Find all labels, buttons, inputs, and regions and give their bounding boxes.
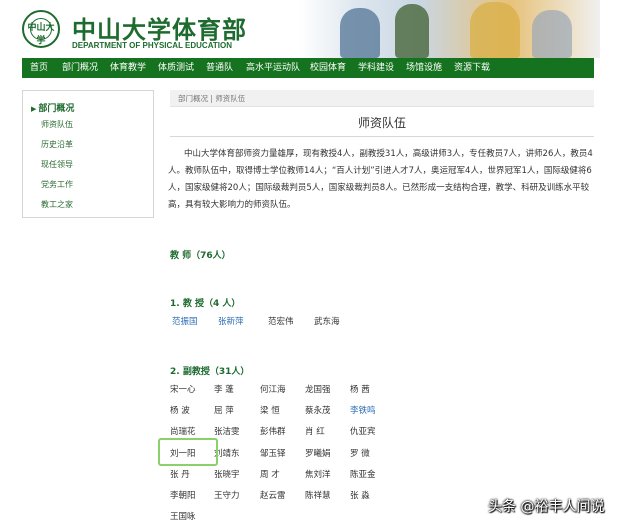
sidebar-heading-label: 部门概况 (38, 104, 75, 114)
associate-professor-name: 王国咏 (170, 512, 196, 522)
nav-campus-sports[interactable]: 校园体育 (310, 58, 346, 78)
associate-professor-name: 李朝阳 (170, 491, 196, 501)
associate-professor-name: 周 才 (260, 470, 280, 480)
sidebar: ▶ 部门概况 师资队伍 历史沿革 现任领导 党务工作 教工之家 (22, 90, 154, 218)
associate-professor-name: 陈祥慧 (305, 491, 331, 501)
nav-teaching[interactable]: 体育教学 (110, 58, 146, 78)
banner-athlete-shape (340, 8, 380, 58)
banner-athlete-shape (532, 10, 572, 58)
associate-professor-name: 彭伟群 (260, 427, 286, 437)
associate-professor-name[interactable]: 李铁鸣 (350, 404, 376, 416)
logo-mark-text: 中山大学 (27, 23, 55, 46)
associate-professor-name: 张晓宇 (214, 470, 240, 480)
banner-athlete-shape (395, 4, 429, 58)
main-nav: 首页 部门概况 体育教学 体质测试 普通队 高水平运动队 校园体育 学科建设 场… (22, 58, 594, 78)
associate-professor-name: 何江海 (260, 385, 286, 395)
associate-professor-name: 罗 微 (350, 449, 370, 459)
site-header: 中山大学 中山大学体育部 DEPARTMENT OF PHYSICAL EDUC… (0, 0, 640, 58)
nav-home[interactable]: 首页 (30, 58, 48, 78)
sidebar-item-party[interactable]: 党务工作 (41, 179, 73, 190)
professor-name: 范宏伟 (268, 317, 294, 327)
university-logo[interactable]: 中山大学 (22, 10, 60, 48)
associate-professor-name: 赵云雷 (260, 491, 286, 501)
triangle-icon: ▶ (31, 105, 37, 113)
associate-professor-name: 王守力 (214, 491, 240, 501)
associate-professor-name: 邹玉铎 (260, 449, 286, 459)
section-associate-professors: 2. 副教授（31人） (170, 367, 250, 377)
associate-professor-name: 肖 红 (305, 427, 325, 437)
sidebar-item-history[interactable]: 历史沿革 (41, 139, 73, 150)
nav-regular-team[interactable]: 普通队 (206, 58, 233, 78)
nav-discipline[interactable]: 学科建设 (358, 58, 394, 78)
associate-professor-name: 张 淼 (350, 491, 370, 501)
associate-professor-name: 李 蓬 (214, 385, 234, 395)
associate-professor-name: 龙国强 (305, 385, 331, 395)
associate-professor-name: 宋一心 (170, 385, 196, 395)
associate-professor-name: 罗曦娟 (305, 449, 331, 459)
associate-professor-name: 蔡永茂 (305, 406, 331, 416)
section-teachers: 教 师（76人） (170, 251, 231, 261)
nav-fitness-test[interactable]: 体质测试 (158, 58, 194, 78)
associate-professor-name: 张 丹 (170, 470, 190, 480)
sidebar-item-faculty[interactable]: 师资队伍 (41, 119, 73, 130)
sidebar-item-leadership[interactable]: 现任领导 (41, 159, 73, 170)
site-title-cn[interactable]: 中山大学体育部 (72, 10, 247, 45)
sidebar-heading[interactable]: ▶ 部门概况 (31, 101, 74, 114)
associate-professor-name: 仇亚宾 (350, 427, 376, 437)
site-title-en: DEPARTMENT OF PHYSICAL EDUCATION (72, 41, 233, 50)
professor-name[interactable]: 张新萍 (218, 315, 244, 327)
associate-professor-name: 陈亚金 (350, 470, 376, 480)
nav-downloads[interactable]: 资源下载 (454, 58, 490, 78)
breadcrumb: 部门概况 | 师资队伍 (170, 90, 594, 107)
banner-athlete-shape (470, 2, 520, 58)
associate-professor-name: 屈 萍 (214, 406, 234, 416)
header-banner-image (300, 0, 600, 58)
nav-facilities[interactable]: 场馆设施 (406, 58, 442, 78)
section-professors: 1. 教 授（4 人） (170, 299, 241, 309)
associate-professor-name: 杨 茜 (350, 385, 370, 395)
nav-elite-team[interactable]: 高水平运动队 (246, 58, 300, 78)
associate-professor-name: 张洁雯 (214, 427, 240, 437)
page-title: 师资队伍 (357, 116, 406, 130)
title-divider (170, 136, 594, 137)
associate-professor-name: 杨 波 (170, 406, 190, 416)
breadcrumb-text[interactable]: 部门概况 | 师资队伍 (178, 93, 245, 104)
nav-department[interactable]: 部门概况 (62, 58, 98, 78)
professor-name[interactable]: 范振国 (172, 315, 198, 327)
sidebar-item-staff-home[interactable]: 教工之家 (41, 199, 73, 210)
highlight-box (158, 438, 218, 466)
associate-professor-name: 焦刘洋 (305, 470, 331, 480)
professor-name: 武东海 (314, 317, 340, 327)
associate-professor-name: 梁 恒 (260, 406, 280, 416)
watermark-text: 头条 @裕丰人间说 (488, 499, 605, 515)
intro-paragraph: 中山大学体育部师资力量雄厚，现有教授4人，副教授31人，高级讲师3人，专任教员7… (168, 149, 593, 210)
associate-professor-name: 尚瑞花 (170, 427, 196, 437)
